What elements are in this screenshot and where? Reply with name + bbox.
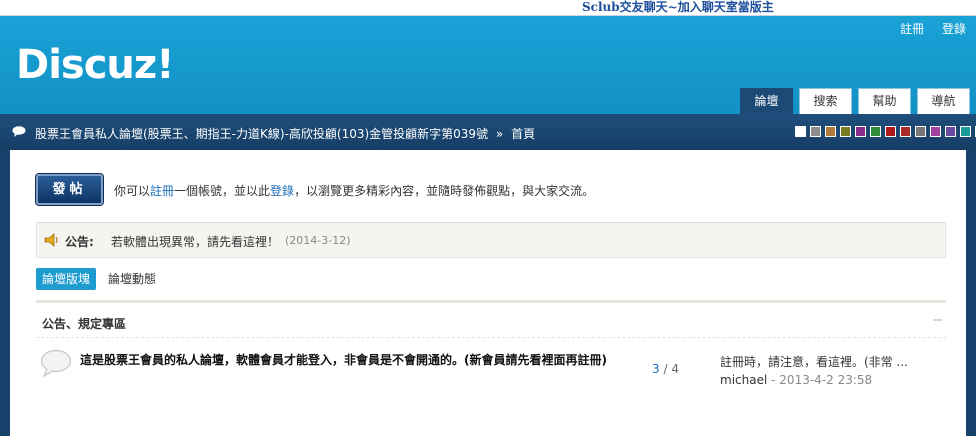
register-link[interactable]: 註冊 bbox=[900, 22, 924, 36]
site-header: Discuz! 註冊 登錄 論壇 搜索 幫助 導航 bbox=[0, 16, 976, 114]
breadcrumb-current: 首頁 bbox=[511, 127, 536, 141]
nav-tab-navigation[interactable]: 導航 bbox=[917, 88, 970, 114]
top-banner: Sclub交友聊天~加入聊天室當版主 bbox=[0, 0, 976, 16]
theme-swatch-4[interactable] bbox=[840, 126, 851, 137]
new-post-button[interactable]: 發帖 bbox=[36, 174, 103, 205]
theme-swatch-2[interactable] bbox=[810, 126, 821, 137]
forum-section-header: 公告、規定專區 bbox=[36, 300, 946, 338]
theme-swatches bbox=[795, 126, 976, 137]
theme-swatch-12[interactable] bbox=[960, 126, 971, 137]
intro-text-after: ，以瀏覽更多精彩內容，並隨時發佈觀點，與大家交流。 bbox=[294, 184, 595, 198]
last-post-separator: - bbox=[771, 373, 776, 387]
breadcrumb-bar: 股票王會員私人論壇(股票王、期指王-力道K線)-高欣投顧(103)金管投顧新字第… bbox=[0, 114, 976, 150]
theme-swatch-7[interactable] bbox=[885, 126, 896, 137]
theme-swatch-5[interactable] bbox=[855, 126, 866, 137]
last-post-date: 2013-4-2 23:58 bbox=[779, 373, 873, 387]
megaphone-icon bbox=[44, 233, 58, 247]
announcement-date: (2014-3-12) bbox=[285, 234, 351, 247]
site-logo[interactable]: Discuz! bbox=[16, 42, 174, 88]
guest-intro: 你可以註冊一個帳號，並以此登錄，以瀏覽更多精彩內容，並隨時發佈觀點，與大家交流。 bbox=[114, 182, 594, 199]
login-link[interactable]: 登錄 bbox=[942, 22, 966, 36]
post-count: 4 bbox=[671, 362, 679, 376]
forum-title-link[interactable]: 這是股票王會員的私人論壇，軟體會員才能登入，非會員是不會開通的。(新會員請先看裡… bbox=[80, 351, 634, 369]
theme-swatch-6[interactable] bbox=[870, 126, 881, 137]
section-title[interactable]: 公告、規定專區 bbox=[42, 315, 126, 332]
last-post-meta: michael - 2013-4-2 23:58 bbox=[720, 373, 872, 387]
theme-swatch-10[interactable] bbox=[930, 126, 941, 137]
forum-row: 這是股票王會員的私人論壇，軟體會員才能登入，非會員是不會開通的。(新會員請先看裡… bbox=[36, 346, 946, 396]
main-nav: 論壇 搜索 幫助 導航 bbox=[734, 88, 970, 114]
intro-register-link[interactable]: 註冊 bbox=[150, 184, 174, 198]
nav-tab-search[interactable]: 搜索 bbox=[799, 88, 852, 114]
nav-tab-forum[interactable]: 論壇 bbox=[740, 88, 793, 114]
last-post-link[interactable]: 註冊時，請注意，看這裡。(非常 ... bbox=[720, 353, 930, 370]
theme-swatch-8[interactable] bbox=[900, 126, 911, 137]
nav-tab-help[interactable]: 幫助 bbox=[858, 88, 911, 114]
announcement-link[interactable]: 若軟體出現異常，請先看這裡！ bbox=[111, 233, 279, 250]
tab-forum-boards[interactable]: 論壇版塊 bbox=[36, 268, 97, 290]
forum-tabs: 論壇版塊 論壇動態 bbox=[36, 268, 168, 290]
forum-stats: 3 / 4 bbox=[652, 362, 679, 376]
breadcrumb-forum-link[interactable]: 股票王會員私人論壇(股票王、期指王-力道K線)-高欣投顧(103)金管投顧新字第… bbox=[35, 127, 488, 141]
tab-forum-activity[interactable]: 論壇動態 bbox=[102, 268, 162, 290]
breadcrumb: 股票王會員私人論壇(股票王、期指王-力道K線)-高欣投顧(103)金管投顧新字第… bbox=[35, 125, 535, 142]
stats-separator: / bbox=[663, 362, 668, 376]
speech-bubble-icon bbox=[12, 126, 26, 137]
theme-swatch-1[interactable] bbox=[795, 126, 806, 137]
main-content: 發帖 你可以註冊一個帳號，並以此登錄，以瀏覽更多精彩內容，並隨時發佈觀點，與大家… bbox=[10, 150, 966, 436]
user-links: 註冊 登錄 bbox=[886, 20, 966, 37]
intro-text-before: 你可以 bbox=[114, 184, 151, 198]
intro-login-link[interactable]: 登錄 bbox=[270, 184, 294, 198]
announcement-label: 公告: bbox=[65, 235, 94, 249]
breadcrumb-separator: » bbox=[495, 127, 504, 141]
forum-bubble-icon bbox=[40, 349, 72, 377]
theme-swatch-3[interactable] bbox=[825, 126, 836, 137]
sclub-banner-link[interactable]: Sclub交友聊天~加入聊天室當版主 bbox=[582, 0, 774, 15]
thread-count: 3 bbox=[652, 362, 660, 376]
theme-swatch-9[interactable] bbox=[915, 126, 926, 137]
theme-swatch-11[interactable] bbox=[945, 126, 956, 137]
announcement-bar: 公告: 若軟體出現異常，請先看這裡！ (2014-3-12) bbox=[36, 222, 946, 258]
last-post-author[interactable]: michael bbox=[720, 373, 767, 387]
intro-text-middle: 一個帳號，並以此 bbox=[174, 184, 271, 198]
collapse-icon[interactable] bbox=[933, 319, 942, 321]
